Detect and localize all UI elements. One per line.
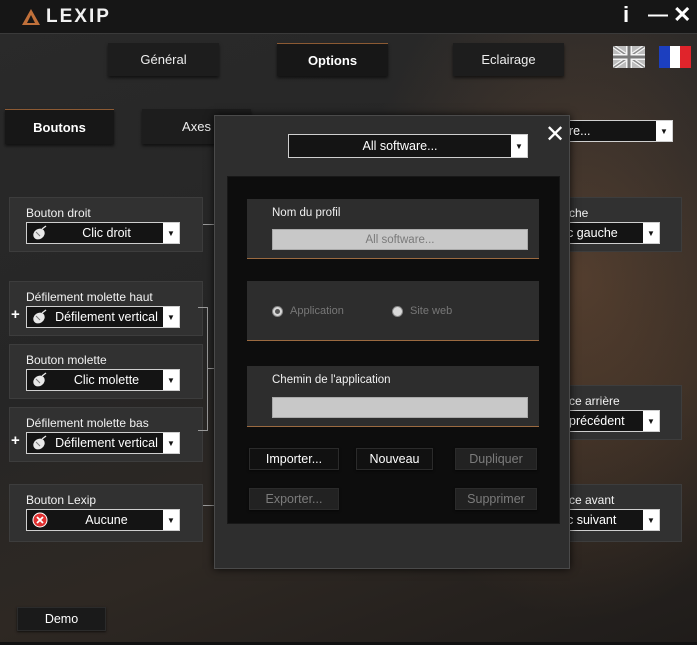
chevron-down-icon: ▼	[163, 223, 179, 243]
panel-label: ce arrière	[569, 394, 620, 408]
chevron-down-icon: ▼	[163, 307, 179, 327]
chevron-down-icon: ▼	[511, 135, 527, 157]
mouse-icon	[30, 434, 50, 452]
profile-type-box: Application Site web	[247, 281, 539, 341]
right-1-select[interactable]: c gauche ▼	[558, 222, 660, 244]
close-icon[interactable]: ✕	[545, 120, 565, 149]
radio-website-label: Site web	[410, 305, 453, 317]
mouse-icon	[30, 371, 50, 389]
right-2-value: précédent	[569, 414, 625, 428]
export-button[interactable]: Exporter...	[249, 488, 339, 510]
panel-label: ce avant	[569, 493, 615, 507]
duplicate-button[interactable]: Dupliquer	[455, 448, 537, 470]
subtab-boutons[interactable]: Boutons	[5, 109, 114, 144]
bouton-lexip-value: Aucune	[85, 513, 128, 527]
radio-dot	[392, 305, 403, 317]
profile-select-right-value: re...	[569, 124, 591, 138]
software-select[interactable]: All software... ▼	[288, 134, 528, 158]
app-path-box: Chemin de l'application	[247, 366, 539, 427]
panel-label: Bouton Lexip	[26, 493, 97, 507]
chevron-down-icon: ▼	[163, 433, 179, 453]
radio-application[interactable]: Application	[272, 305, 344, 317]
panel-label: Défilement molette bas	[26, 416, 149, 430]
fr-flag-icon[interactable]	[659, 46, 691, 68]
minimize-icon[interactable]: —	[648, 2, 668, 28]
chevron-down-icon: ▼	[643, 510, 659, 530]
add-molette-bas-button[interactable]: +	[11, 432, 20, 449]
bouton-droit-select[interactable]: Clic droit ▼	[26, 222, 180, 244]
right-3-value: c suivant	[567, 513, 617, 527]
molette-bas-value: Défilement vertical	[55, 436, 158, 450]
chevron-down-icon: ▼	[163, 510, 179, 530]
app-logo: LEXIP	[22, 6, 111, 27]
profile-name-box: Nom du profil All software...	[247, 199, 539, 259]
app-path-input[interactable]	[272, 397, 528, 418]
app-window: LEXIP i — ✕ Général Options Eclairage Bo…	[0, 0, 697, 645]
panel-label: Bouton molette	[26, 353, 107, 367]
chevron-down-icon: ▼	[643, 223, 659, 243]
app-path-label: Chemin de l'application	[272, 374, 391, 386]
right-3-select[interactable]: c suivant ▼	[558, 509, 660, 531]
connector-bracket	[198, 307, 208, 431]
info-icon[interactable]: i	[623, 2, 629, 28]
radio-application-label: Application	[290, 305, 344, 317]
bouton-molette-select[interactable]: Clic molette ▼	[26, 369, 180, 391]
panel-label: Bouton droit	[26, 206, 91, 220]
lexip-logo-icon	[22, 9, 40, 25]
import-button[interactable]: Importer...	[249, 448, 339, 470]
add-molette-haut-button[interactable]: +	[11, 306, 20, 323]
mouse-icon	[30, 308, 50, 326]
tab-eclairage[interactable]: Eclairage	[453, 43, 564, 76]
profile-name-label: Nom du profil	[272, 207, 341, 219]
profile-editor: Nom du profil All software... Applicatio…	[227, 176, 560, 524]
chevron-down-icon: ▼	[163, 370, 179, 390]
uk-flag-icon[interactable]	[613, 46, 645, 68]
profile-modal: ✕ All software... ▼ Nom du profil All so…	[214, 115, 570, 569]
new-button[interactable]: Nouveau	[356, 448, 433, 470]
right-1-value: c gauche	[567, 226, 618, 240]
chevron-down-icon: ▼	[656, 121, 672, 141]
panel-label: che	[569, 206, 589, 220]
bouton-droit-value: Clic droit	[82, 226, 131, 240]
title-bar: LEXIP i — ✕	[0, 0, 697, 34]
demo-button[interactable]: Demo	[17, 607, 106, 631]
tab-options[interactable]: Options	[277, 43, 388, 76]
molette-haut-select[interactable]: Défilement vertical ▼	[26, 306, 180, 328]
software-select-value: All software...	[362, 139, 438, 153]
radio-dot	[272, 305, 283, 317]
tab-general[interactable]: Général	[108, 43, 219, 76]
profile-name-input[interactable]: All software...	[272, 229, 528, 250]
bouton-lexip-select[interactable]: Aucune ▼	[26, 509, 180, 531]
radio-website[interactable]: Site web	[392, 305, 452, 317]
right-2-select[interactable]: précédent ▼	[558, 410, 660, 432]
mouse-icon	[30, 224, 50, 242]
app-name: LEXIP	[46, 6, 111, 27]
close-icon[interactable]: ✕	[673, 2, 691, 28]
molette-bas-select[interactable]: Défilement vertical ▼	[26, 432, 180, 454]
bouton-molette-value: Clic molette	[73, 373, 140, 387]
panel-label: Défilement molette haut	[26, 290, 153, 304]
chevron-down-icon: ▼	[643, 411, 659, 431]
error-icon	[30, 511, 50, 529]
profile-select-right[interactable]: re... ▼	[560, 120, 673, 142]
molette-haut-value: Défilement vertical	[55, 310, 158, 324]
delete-button[interactable]: Supprimer	[455, 488, 537, 510]
